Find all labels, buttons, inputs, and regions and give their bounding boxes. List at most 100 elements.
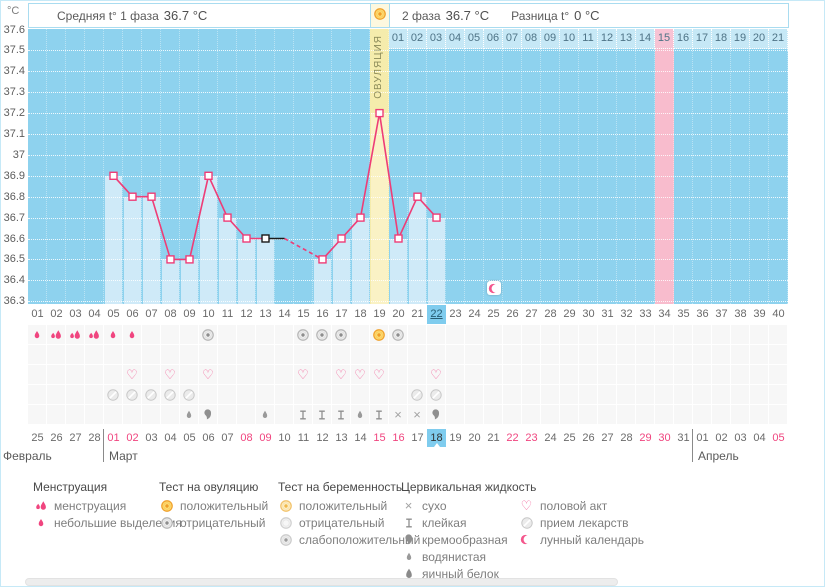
symptom-cell[interactable] [693, 385, 712, 405]
symptom-cell[interactable] [199, 405, 218, 425]
symptom-cell[interactable] [655, 385, 674, 405]
cycle-day-cell[interactable]: 31 [598, 305, 617, 324]
cycle-day-cell[interactable]: 25 [484, 305, 503, 324]
symptom-cell[interactable] [484, 325, 503, 345]
symptom-cell[interactable] [484, 345, 503, 365]
symptom-cell[interactable] [199, 325, 218, 345]
symptom-cell[interactable] [731, 385, 750, 405]
symptom-cell[interactable] [85, 405, 104, 425]
cycle-day-cell[interactable]: 15 [294, 305, 313, 324]
date-cell[interactable]: 03 [731, 429, 750, 447]
symptom-cell[interactable] [674, 345, 693, 365]
symptom-cell[interactable] [313, 385, 332, 405]
date-cell[interactable]: 03 [142, 429, 161, 447]
symptom-cell[interactable] [484, 365, 503, 385]
cycle-day-cell[interactable]: 07 [142, 305, 161, 324]
symptom-cell[interactable] [750, 345, 769, 365]
cycle-day-cell[interactable]: 08 [161, 305, 180, 324]
symptom-cell[interactable] [579, 345, 598, 365]
symptom-cell[interactable] [180, 385, 199, 405]
symptom-cell[interactable] [636, 365, 655, 385]
symptom-cell[interactable]: ♡ [294, 365, 313, 385]
cycle-day-cell[interactable]: 22 [427, 305, 446, 324]
date-cell[interactable]: 09 [256, 429, 275, 447]
symptom-cell[interactable] [769, 345, 788, 365]
symptom-cell[interactable] [237, 345, 256, 365]
symptom-cell[interactable] [47, 405, 66, 425]
date-cell[interactable]: 28 [85, 429, 104, 447]
symptom-cell[interactable] [674, 365, 693, 385]
symptom-cell[interactable] [275, 405, 294, 425]
symptom-cell[interactable] [66, 345, 85, 365]
symptom-cell[interactable] [503, 365, 522, 385]
date-cell[interactable]: 07 [218, 429, 237, 447]
symptom-cell[interactable] [85, 385, 104, 405]
symptom-cell[interactable] [199, 345, 218, 365]
symptom-cell[interactable] [655, 365, 674, 385]
symptom-cell[interactable]: ♡ [161, 365, 180, 385]
symptom-cell[interactable] [408, 325, 427, 345]
symptom-cell[interactable] [750, 325, 769, 345]
symptom-cell[interactable] [465, 325, 484, 345]
symptom-cell[interactable] [541, 325, 560, 345]
symptom-cell[interactable] [180, 365, 199, 385]
cycle-day-cell[interactable]: 09 [180, 305, 199, 324]
symptom-cell[interactable] [750, 405, 769, 425]
date-cell[interactable]: 06 [199, 429, 218, 447]
cycle-day-cell[interactable]: 26 [503, 305, 522, 324]
cycle-day-cell[interactable]: 16 [313, 305, 332, 324]
symptom-cell[interactable] [522, 325, 541, 345]
symptom-cell[interactable] [313, 325, 332, 345]
symptom-cell[interactable] [389, 325, 408, 345]
symptom-cell[interactable] [617, 385, 636, 405]
cycle-day-cell[interactable]: 32 [617, 305, 636, 324]
symptom-cell[interactable] [712, 345, 731, 365]
symptom-cell[interactable] [769, 325, 788, 345]
date-cell[interactable]: 30 [655, 429, 674, 447]
date-cell[interactable]: 14 [351, 429, 370, 447]
symptom-cell[interactable] [142, 345, 161, 365]
symptom-cell[interactable] [408, 345, 427, 365]
symptom-cell[interactable] [522, 405, 541, 425]
symptom-cell[interactable] [674, 405, 693, 425]
symptom-cell[interactable] [237, 385, 256, 405]
temperature-marker[interactable] [148, 193, 155, 200]
cycle-day-cell[interactable]: 35 [674, 305, 693, 324]
symptom-cell[interactable] [370, 345, 389, 365]
symptom-cell[interactable] [256, 385, 275, 405]
date-cell[interactable]: 21 [484, 429, 503, 447]
symptom-cell[interactable] [503, 345, 522, 365]
symptom-cell[interactable] [769, 385, 788, 405]
horizontal-scrollbar[interactable] [25, 578, 618, 586]
cycle-day-cell[interactable]: 10 [199, 305, 218, 324]
symptom-cell[interactable] [503, 325, 522, 345]
symptom-cell[interactable] [712, 405, 731, 425]
cycle-day-cell[interactable]: 20 [389, 305, 408, 324]
symptom-cell[interactable] [256, 325, 275, 345]
symptom-cell[interactable] [218, 385, 237, 405]
symptom-cell[interactable] [465, 365, 484, 385]
symptom-cell[interactable] [218, 325, 237, 345]
symptom-cell[interactable] [579, 365, 598, 385]
date-cell[interactable]: 17 [408, 429, 427, 447]
date-cell[interactable]: 28 [617, 429, 636, 447]
symptom-cell[interactable] [370, 405, 389, 425]
date-cell[interactable]: 04 [161, 429, 180, 447]
symptom-cell[interactable] [617, 365, 636, 385]
symptom-cell[interactable] [104, 345, 123, 365]
symptom-cell[interactable] [408, 385, 427, 405]
symptom-cell[interactable] [47, 385, 66, 405]
symptom-cell[interactable] [123, 325, 142, 345]
symptom-cell[interactable] [104, 385, 123, 405]
symptom-cell[interactable] [161, 385, 180, 405]
symptom-cell[interactable] [427, 385, 446, 405]
cycle-day-cell[interactable]: 05 [104, 305, 123, 324]
symptom-cell[interactable] [731, 365, 750, 385]
cycle-day-cell[interactable]: 30 [579, 305, 598, 324]
temperature-marker[interactable] [262, 235, 269, 242]
symptom-cell[interactable] [85, 325, 104, 345]
symptom-cell[interactable] [617, 345, 636, 365]
symptom-cell[interactable] [769, 405, 788, 425]
date-cell[interactable]: 31 [674, 429, 693, 447]
date-cell[interactable]: 05 [180, 429, 199, 447]
